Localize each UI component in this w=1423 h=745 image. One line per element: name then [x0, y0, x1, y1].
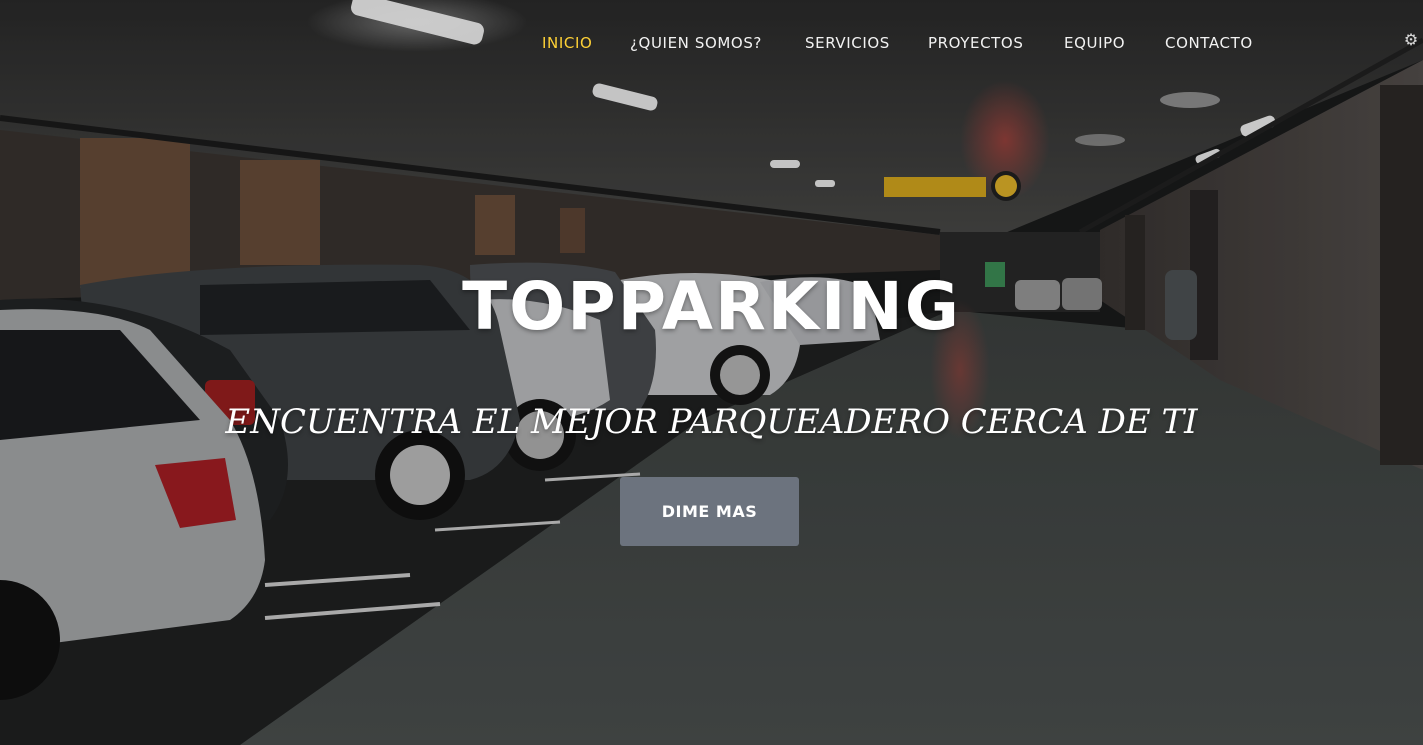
- hero-section: INICIO ¿QUIEN SOMOS? SERVICIOS PROYECTOS…: [0, 0, 1423, 745]
- nav-item-contacto[interactable]: CONTACTO: [1165, 34, 1253, 52]
- hero-subtitle: ENCUENTRA EL MEJOR PARQUEADERO CERCA DE …: [225, 402, 1198, 442]
- nav-item-quien-somos[interactable]: ¿QUIEN SOMOS?: [630, 34, 762, 52]
- nav-item-servicios[interactable]: SERVICIOS: [805, 34, 890, 52]
- parking-garage-background: [0, 0, 1423, 745]
- main-nav: INICIO ¿QUIEN SOMOS? SERVICIOS PROYECTOS…: [0, 30, 1423, 58]
- nav-item-equipo[interactable]: EQUIPO: [1064, 34, 1125, 52]
- settings-icon[interactable]: ⚙: [1401, 30, 1421, 50]
- hero-title: TOPPARKING: [462, 268, 961, 345]
- dime-mas-button[interactable]: DIME MAS: [620, 477, 799, 546]
- nav-item-inicio[interactable]: INICIO: [542, 34, 592, 52]
- nav-item-proyectos[interactable]: PROYECTOS: [928, 34, 1023, 52]
